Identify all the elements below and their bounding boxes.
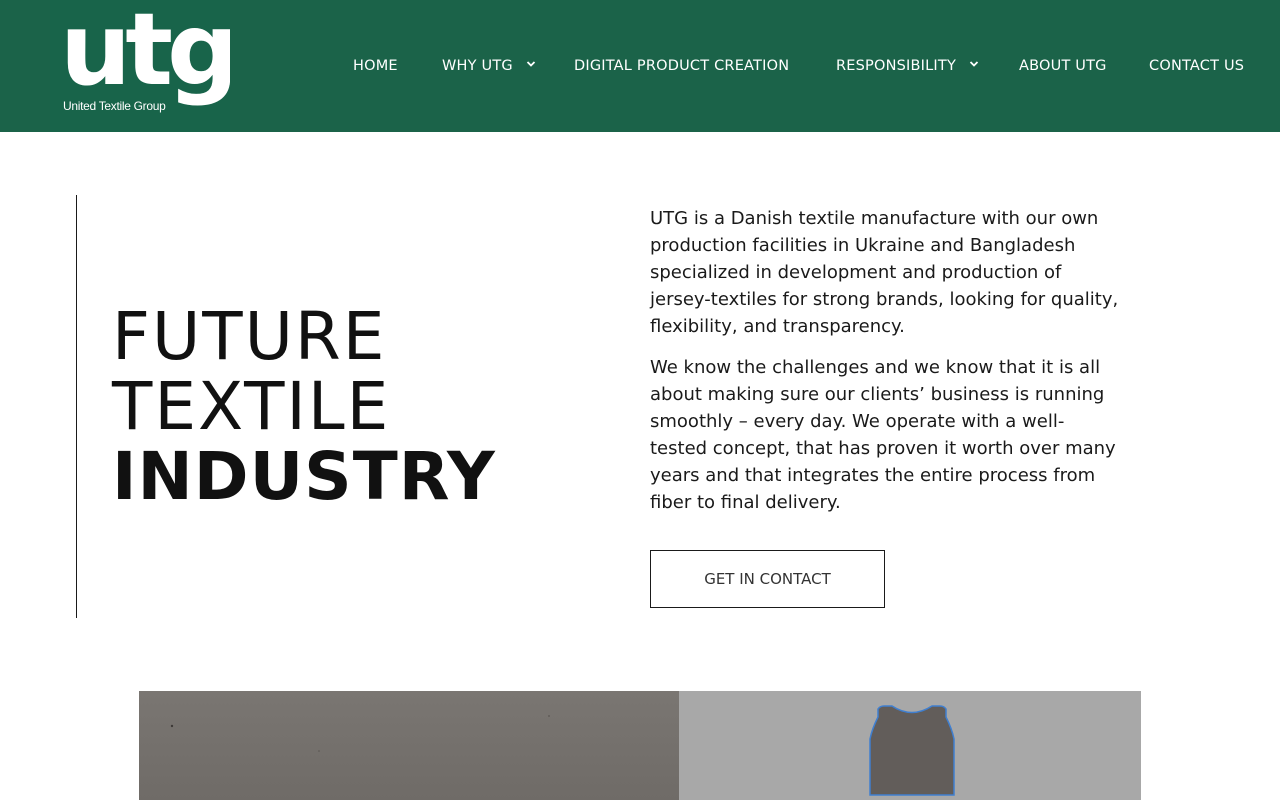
headline-line-future: FUTURE <box>112 298 387 375</box>
nav-item-contact-us[interactable]: CONTACT US <box>1149 55 1244 77</box>
site-header: utg United Textile Group HOME WHY UTG DI… <box>0 0 1280 132</box>
nav-item-label: WHY UTG <box>442 58 513 74</box>
logo-wordmark: utg <box>60 0 230 108</box>
chevron-down-icon <box>526 61 535 67</box>
intro-paragraph-2: We know the challenges and we know that … <box>650 357 1116 513</box>
nav-item-responsibility[interactable]: RESPONSIBILITY <box>836 55 979 77</box>
nav-item-why-utg[interactable]: WHY UTG <box>442 55 536 77</box>
nav-item-about-utg[interactable]: ABOUT UTG <box>1019 55 1107 77</box>
nav-item-label: ABOUT UTG <box>1019 58 1107 74</box>
hero-intro: UTG is a Danish textile manufacture with… <box>650 205 1120 530</box>
chevron-down-icon <box>969 61 978 67</box>
get-in-contact-button[interactable]: GET IN CONTACT <box>650 550 885 608</box>
nav-item-label: DIGITAL PRODUCT CREATION <box>574 58 790 74</box>
hero-headline: FUTURE TEXTILE INDUSTRY <box>112 302 572 512</box>
headline-line-industry: INDUSTRY <box>112 438 496 515</box>
nav-item-home[interactable]: HOME <box>353 55 398 77</box>
nav-item-label: HOME <box>353 58 398 74</box>
vest-pattern-image <box>869 705 955 796</box>
nav-item-digital-product-creation[interactable]: DIGITAL PRODUCT CREATION <box>574 55 789 77</box>
logo-subtitle: United Textile Group <box>63 99 166 113</box>
nav-item-label: RESPONSIBILITY <box>836 58 957 74</box>
nav-item-label: CONTACT US <box>1149 58 1245 74</box>
main-navigation: HOME WHY UTG DIGITAL PRODUCT CREATION RE… <box>0 55 1280 77</box>
hero-divider <box>76 195 77 618</box>
concrete-texture <box>170 715 550 752</box>
intro-paragraph-1: UTG is a Danish textile manufacture with… <box>650 208 1119 337</box>
concrete-photo <box>139 691 679 800</box>
headline-line-textile: TEXTILE <box>112 368 391 445</box>
